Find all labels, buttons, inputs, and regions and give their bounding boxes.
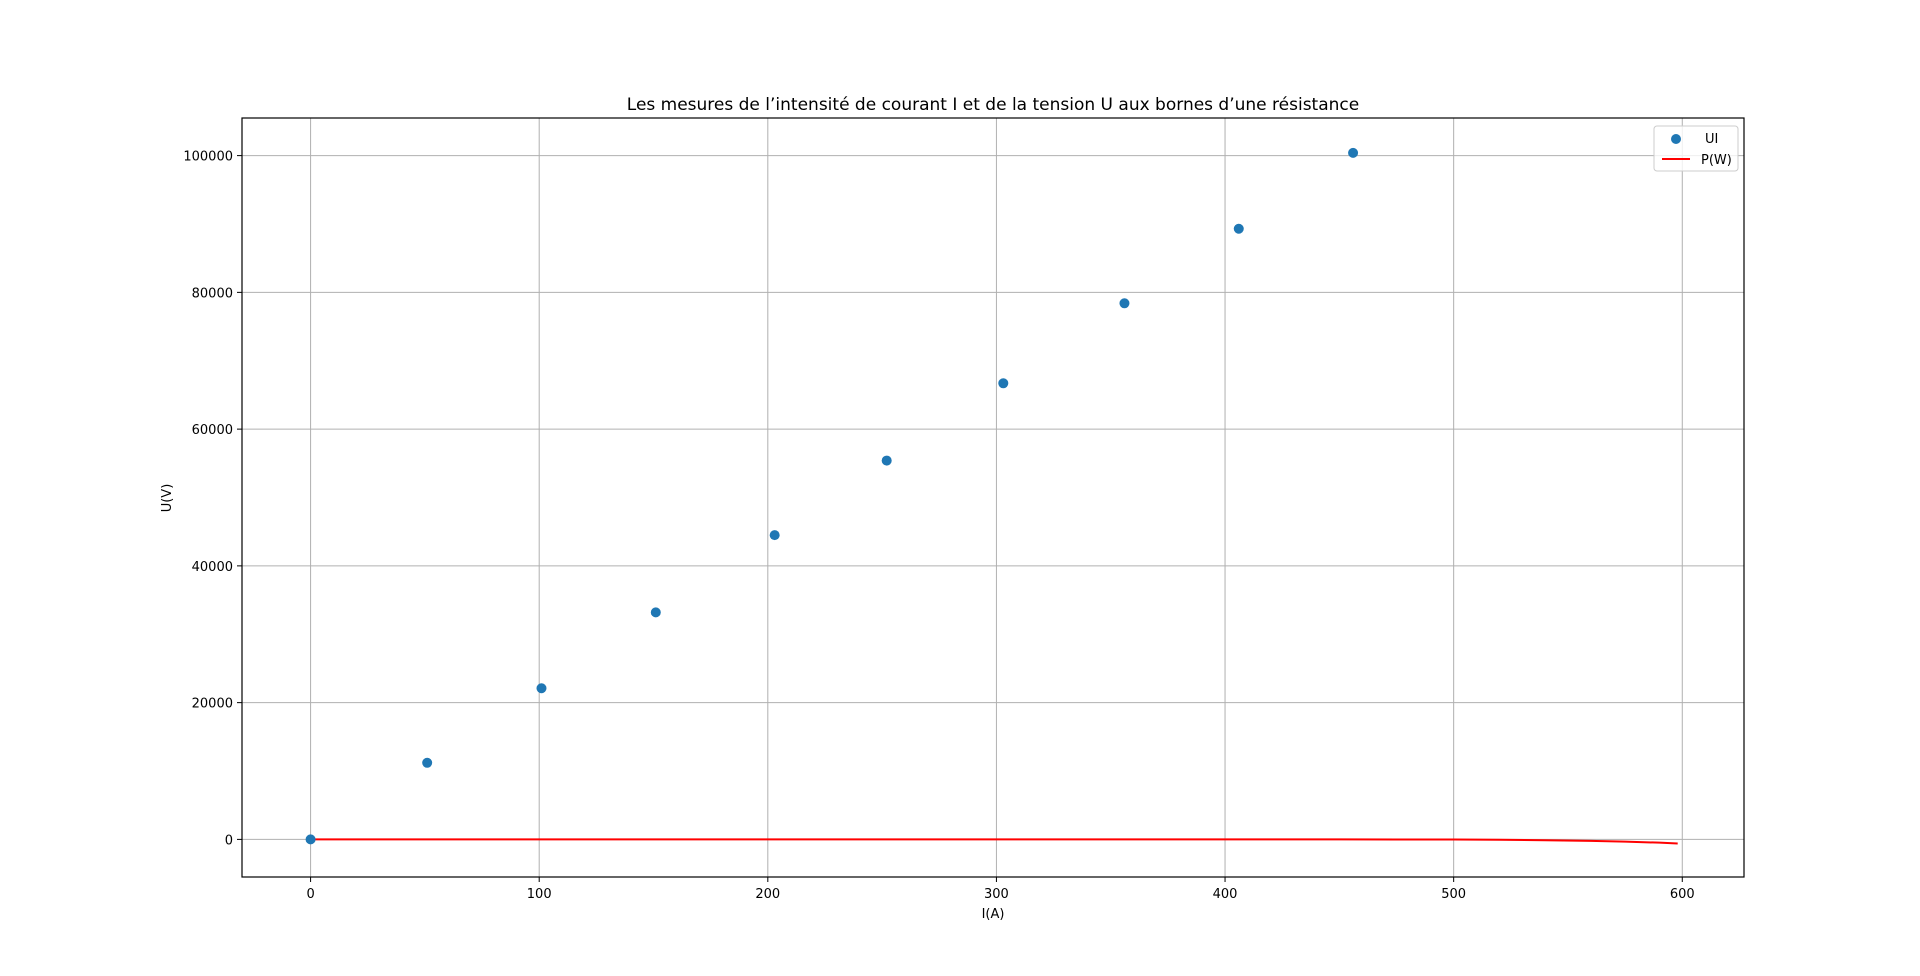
scatter-point (536, 683, 547, 694)
y-tick-label: 0 (225, 833, 233, 848)
legend-label-pw: P(W) (1701, 153, 1732, 168)
legend: UI P(W) (1653, 125, 1739, 172)
axes-frame (241, 117, 1745, 878)
x-tick-label: 400 (1213, 887, 1238, 902)
scatter-point (881, 455, 892, 466)
scatter-point (305, 834, 316, 845)
scatter-point (769, 530, 780, 541)
y-tick-label: 20000 (192, 697, 233, 712)
y-tick-label: 80000 (192, 286, 233, 301)
legend-label-ui: UI (1705, 132, 1718, 147)
figure: 0 100 200 300 400 500 600 0 20000 40000 60000 80000… (0, 0, 1920, 976)
scatter-point (1119, 298, 1130, 309)
y-tick-label: 100000 (183, 150, 233, 165)
x-tick-label: 200 (755, 887, 780, 902)
legend-marker-ui (1671, 134, 1681, 144)
x-axis-label: I(A) (982, 907, 1005, 922)
ticks: 0 100 200 300 400 500 600 0 20000 40000 60000 80000… (183, 150, 1694, 902)
scatter-point (1348, 147, 1359, 158)
x-tick-label: 300 (984, 887, 1009, 902)
series-line-pw (310, 838, 1678, 845)
scatter-point (1233, 223, 1244, 234)
x-tick-label: 0 (306, 887, 314, 902)
y-tick-label: 60000 (192, 423, 233, 438)
x-tick-label: 600 (1670, 887, 1695, 902)
scatter-point (998, 378, 1009, 389)
chart-title: Les mesures de l’intensité de courant I … (627, 95, 1359, 115)
scatter-point (422, 757, 433, 768)
scatter-point (650, 607, 661, 618)
series-layer (305, 147, 1678, 845)
x-tick-label: 100 (527, 887, 552, 902)
grid (242, 118, 1744, 877)
y-axis-label: U(V) (160, 484, 175, 513)
x-tick-label: 500 (1441, 887, 1466, 902)
y-tick-label: 40000 (192, 560, 233, 575)
chart: 0 100 200 300 400 500 600 0 20000 40000 60000 80000… (160, 95, 1745, 922)
